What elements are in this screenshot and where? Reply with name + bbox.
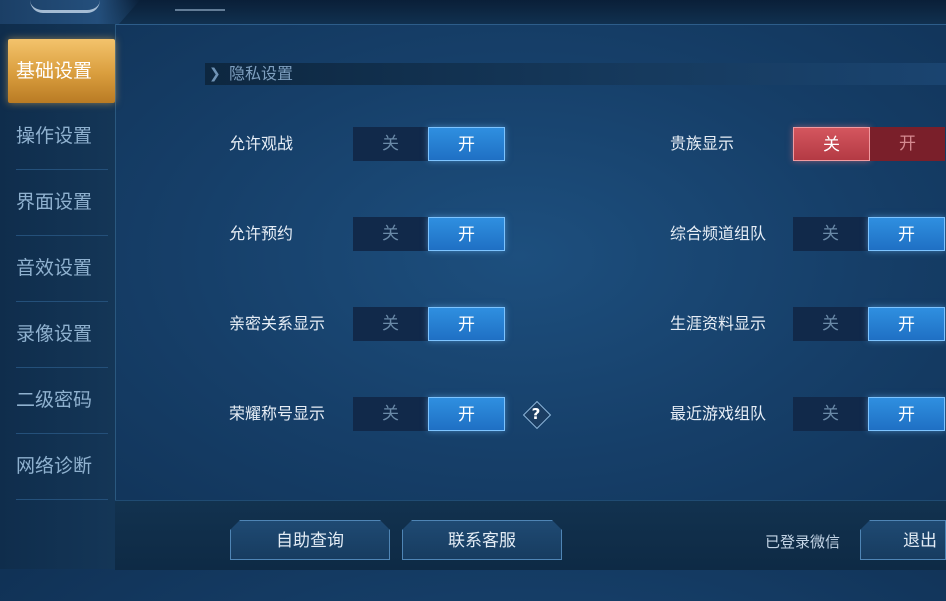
toggle-allow-spectate-off[interactable]: 关 [353, 127, 428, 161]
help-icon[interactable]: ? [522, 400, 552, 430]
settings-sidebar: 基础设置 操作设置 界面设置 音效设置 录像设置 二级密码 网络诊断 [0, 24, 116, 569]
toggle-channel-team-off[interactable]: 关 [793, 217, 868, 251]
toggle-career-display: 关 开 [793, 307, 945, 341]
help-question-mark: ? [531, 405, 541, 423]
sidebar-item-controls[interactable]: 操作设置 [8, 104, 115, 168]
toggle-noble-display-off[interactable]: 关 [793, 127, 870, 161]
contact-support-button[interactable]: 联系客服 [402, 520, 562, 560]
toggle-allow-reserve: 关 开 [353, 217, 505, 251]
toggle-intimacy-display: 关 开 [353, 307, 505, 341]
toggle-noble-display-on[interactable]: 开 [870, 127, 945, 161]
sidebar-item-sound[interactable]: 音效设置 [8, 236, 115, 300]
toggle-noble-display: 关 开 [793, 127, 945, 161]
toggle-allow-spectate-on[interactable]: 开 [428, 127, 505, 161]
self-service-button[interactable]: 自助查询 [230, 520, 390, 560]
label-recent-team: 最近游戏组队 [670, 404, 767, 423]
toggle-channel-team: 关 开 [793, 217, 945, 251]
section-header-privacy: ❯ 隐私设置 [205, 63, 946, 85]
wechat-login-status: 已登录微信 [765, 533, 841, 551]
label-career-display: 生涯资料显示 [670, 314, 767, 333]
toggle-intimacy-display-on[interactable]: 开 [428, 307, 505, 341]
game-logo [0, 0, 140, 24]
toggle-recent-team-off[interactable]: 关 [793, 397, 868, 431]
sidebar-item-interface[interactable]: 界面设置 [8, 170, 115, 234]
toggle-honor-title-on[interactable]: 开 [428, 397, 505, 431]
label-noble-display: 贵族显示 [670, 134, 735, 153]
window-title-fragment [175, 0, 225, 11]
label-allow-reserve: 允许预约 [229, 224, 294, 243]
toggle-recent-team-on[interactable]: 开 [868, 397, 945, 431]
toggle-allow-reserve-off[interactable]: 关 [353, 217, 428, 251]
toggle-honor-title-off[interactable]: 关 [353, 397, 428, 431]
top-bar [0, 0, 946, 25]
toggle-career-display-on[interactable]: 开 [868, 307, 945, 341]
toggle-allow-spectate: 关 开 [353, 127, 505, 161]
label-channel-team: 综合频道组队 [670, 224, 767, 243]
toggle-channel-team-on[interactable]: 开 [868, 217, 945, 251]
section-title: 隐私设置 [229, 64, 294, 83]
sidebar-item-basic[interactable]: 基础设置 [8, 39, 115, 103]
chevron-right-icon: ❯ [209, 66, 221, 82]
label-intimacy-display: 亲密关系显示 [229, 314, 326, 333]
toggle-allow-reserve-on[interactable]: 开 [428, 217, 505, 251]
sidebar-item-network-diagnosis[interactable]: 网络诊断 [8, 434, 115, 498]
toggle-career-display-off[interactable]: 关 [793, 307, 868, 341]
toggle-intimacy-display-off[interactable]: 关 [353, 307, 428, 341]
sidebar-item-secondary-password[interactable]: 二级密码 [8, 368, 115, 432]
label-allow-spectate: 允许观战 [229, 134, 294, 153]
logout-button[interactable]: 退出登录 [860, 520, 946, 560]
toggle-recent-team: 关 开 [793, 397, 945, 431]
toggle-honor-title: 关 开 [353, 397, 505, 431]
label-honor-title: 荣耀称号显示 [229, 404, 326, 423]
logo-swoosh [30, 0, 100, 13]
sidebar-divider [16, 499, 108, 500]
sidebar-item-replay[interactable]: 录像设置 [8, 302, 115, 366]
